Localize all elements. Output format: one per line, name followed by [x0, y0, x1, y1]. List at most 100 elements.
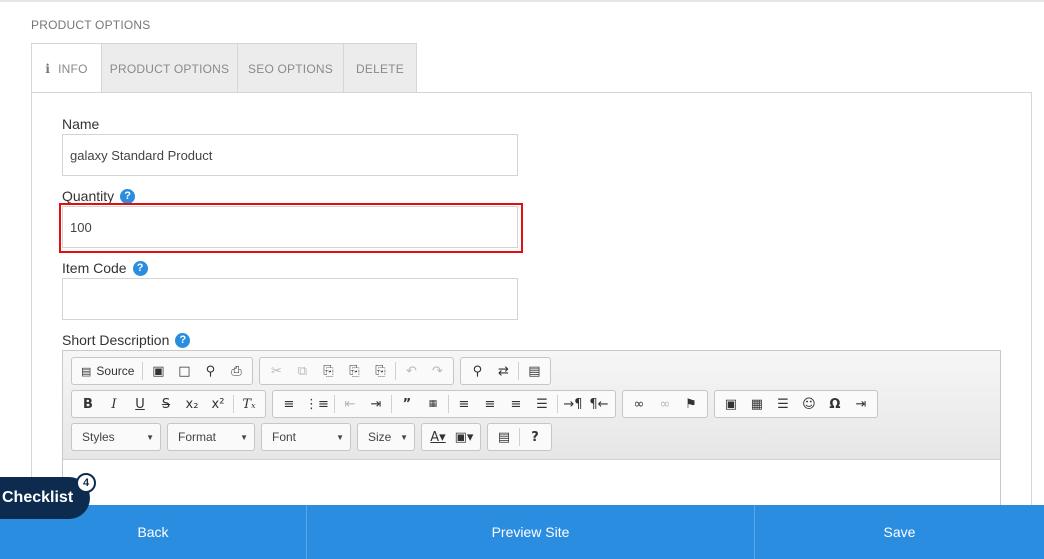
superscript-icon[interactable]: x²	[205, 392, 231, 416]
font-dropdown[interactable]: Font ▼	[261, 423, 351, 451]
toolbar-separator	[518, 362, 520, 380]
toolbar-separator	[233, 395, 234, 413]
tab-bar: i INFO PRODUCT OPTIONS SEO OPTIONS DELET…	[31, 43, 417, 95]
format-dropdown[interactable]: Format ▼	[167, 423, 255, 451]
toolbar-row-3: Styles ▼ Format ▼ Font ▼ Size ▼ A▾ ▣▾ ▤	[71, 423, 558, 451]
toolbar-group-paragraph: ≡ ⋮≡ ⇤ ⇥ ” ▦ ≡ ≡ ≡ ☰ →¶ ¶←	[272, 390, 616, 418]
remove-format-icon[interactable]: Tₓ	[236, 392, 262, 416]
text-direction-rtl-icon[interactable]: ¶←	[586, 392, 612, 416]
checklist-count-badge: 4	[76, 473, 96, 493]
toolbar-row-1: ▤ Source ▣ □ ⚲ ⎙ ✂ ⧉ ⎘ ⎘ ⎘ ↶ ↷ ⚲ ⇄ ▤	[71, 357, 557, 385]
indent-icon[interactable]: ⇥	[363, 392, 389, 416]
source-button[interactable]: ▤ Source	[75, 359, 140, 383]
format-dropdown-label: Format	[178, 430, 217, 444]
top-divider	[0, 0, 1044, 2]
size-dropdown-label: Size	[368, 430, 392, 444]
anchor-flag-icon[interactable]: ⚑	[678, 392, 704, 416]
toolbar-group-clipboard: ✂ ⧉ ⎘ ⎘ ⎘ ↶ ↷	[259, 357, 455, 385]
background-color-icon[interactable]: ▣▾	[451, 425, 477, 449]
tab-delete[interactable]: DELETE	[344, 43, 417, 95]
section-title: PRODUCT OPTIONS	[31, 18, 151, 32]
toolbar-group-basic-styles: B I U S x₂ x² Tₓ	[71, 390, 266, 418]
italic-icon[interactable]: I	[101, 392, 127, 416]
horizontal-line-icon[interactable]: ☰	[770, 392, 796, 416]
tab-seo-options[interactable]: SEO OPTIONS	[238, 43, 344, 95]
item-code-help-icon[interactable]: ?	[132, 260, 148, 276]
subscript-icon[interactable]: x₂	[179, 392, 205, 416]
tab-product-options[interactable]: PRODUCT OPTIONS	[102, 43, 238, 95]
short-description-label: Short Description ?	[62, 332, 191, 348]
maximize-icon[interactable]: ▤	[491, 425, 517, 449]
link-icon[interactable]: ∞	[626, 392, 652, 416]
undo-icon[interactable]: ↶	[398, 359, 424, 383]
short-description-help-icon[interactable]: ?	[175, 332, 191, 348]
paste-icon[interactable]: ⎘	[315, 359, 341, 383]
toolbar-row-2: B I U S x₂ x² Tₓ ≡ ⋮≡ ⇤ ⇥ ” ▦ ≡ ≡ ≡ ☰ →¶…	[71, 390, 884, 418]
bold-icon[interactable]: B	[75, 392, 101, 416]
blockquote-icon[interactable]: ”	[394, 392, 420, 416]
item-code-input[interactable]	[62, 278, 518, 320]
unlink-icon[interactable]: ∞	[652, 392, 678, 416]
redo-icon[interactable]: ↷	[424, 359, 450, 383]
item-code-label-text: Item Code	[62, 260, 127, 276]
bulleted-list-icon[interactable]: ⋮≡	[302, 392, 332, 416]
numbered-list-icon[interactable]: ≡	[276, 392, 302, 416]
cut-icon[interactable]: ✂	[263, 359, 289, 383]
toolbar-separator	[142, 362, 144, 380]
copy-icon[interactable]: ⧉	[289, 359, 315, 383]
table-icon[interactable]: ▦	[744, 392, 770, 416]
smiley-icon[interactable]: ☺	[796, 392, 822, 416]
quantity-label: Quantity ?	[62, 188, 136, 204]
print-icon[interactable]: ⎙	[223, 359, 249, 383]
toolbar-group-colors: A▾ ▣▾	[421, 423, 481, 451]
editor-help-icon[interactable]: ?	[522, 425, 548, 449]
justify-icon[interactable]: ☰	[529, 392, 555, 416]
text-color-icon[interactable]: A▾	[425, 425, 451, 449]
rich-text-editor: ▤ Source ▣ □ ⚲ ⎙ ✂ ⧉ ⎘ ⎘ ⎘ ↶ ↷ ⚲ ⇄ ▤ B I…	[62, 350, 1001, 529]
styles-dropdown[interactable]: Styles ▼	[71, 423, 161, 451]
toolbar-group-insert: ▣ ▦ ☰ ☺ Ω ⇥	[713, 390, 878, 418]
outdent-icon[interactable]: ⇤	[337, 392, 363, 416]
image-icon[interactable]: ▣	[718, 392, 744, 416]
new-page-icon[interactable]: □	[171, 359, 197, 383]
save-doc-icon[interactable]: ▣	[145, 359, 171, 383]
preview-site-button[interactable]: Preview Site	[307, 505, 755, 559]
size-dropdown[interactable]: Size ▼	[357, 423, 415, 451]
align-center-icon[interactable]: ≡	[477, 392, 503, 416]
align-right-icon[interactable]: ≡	[503, 392, 529, 416]
source-icon: ▤	[81, 365, 92, 378]
chevron-down-icon: ▼	[336, 432, 344, 442]
app-window: PRODUCT OPTIONS i INFO PRODUCT OPTIONS S…	[0, 0, 1044, 559]
quantity-help-icon[interactable]: ?	[120, 188, 136, 204]
strikethrough-icon[interactable]: S	[153, 392, 179, 416]
div-container-icon[interactable]: ▦	[420, 392, 446, 416]
quantity-input[interactable]	[62, 206, 518, 248]
chevron-down-icon: ▼	[400, 432, 408, 442]
preview-icon[interactable]: ⚲	[197, 359, 223, 383]
find-icon[interactable]: ⚲	[464, 359, 490, 383]
toolbar-separator	[395, 362, 397, 380]
paste-text-icon[interactable]: ⎘	[341, 359, 367, 383]
item-code-label: Item Code ?	[62, 260, 148, 276]
toolbar-group-document: ▤ Source ▣ □ ⚲ ⎙	[71, 357, 254, 385]
page-break-icon[interactable]: ⇥	[848, 392, 874, 416]
toolbar-group-editing: ⚲ ⇄ ▤	[460, 357, 552, 385]
tab-info-label: INFO	[58, 62, 88, 76]
toolbar-separator	[556, 395, 558, 413]
text-direction-ltr-icon[interactable]: →¶	[560, 392, 586, 416]
special-char-omega-icon[interactable]: Ω	[822, 392, 848, 416]
replace-icon[interactable]: ⇄	[490, 359, 516, 383]
select-all-icon[interactable]: ▤	[521, 359, 547, 383]
chevron-down-icon: ▼	[146, 432, 154, 442]
align-left-icon[interactable]: ≡	[451, 392, 477, 416]
chevron-down-icon: ▼	[240, 432, 248, 442]
name-label: Name	[62, 116, 99, 132]
toolbar-separator	[390, 395, 392, 413]
paste-word-icon[interactable]: ⎘	[367, 359, 393, 383]
source-label: Source	[96, 364, 135, 378]
name-input[interactable]	[62, 134, 518, 176]
tab-info[interactable]: i INFO	[31, 43, 102, 95]
styles-dropdown-label: Styles	[82, 430, 115, 444]
save-button[interactable]: Save	[755, 505, 1044, 559]
underline-icon[interactable]: U	[127, 392, 153, 416]
